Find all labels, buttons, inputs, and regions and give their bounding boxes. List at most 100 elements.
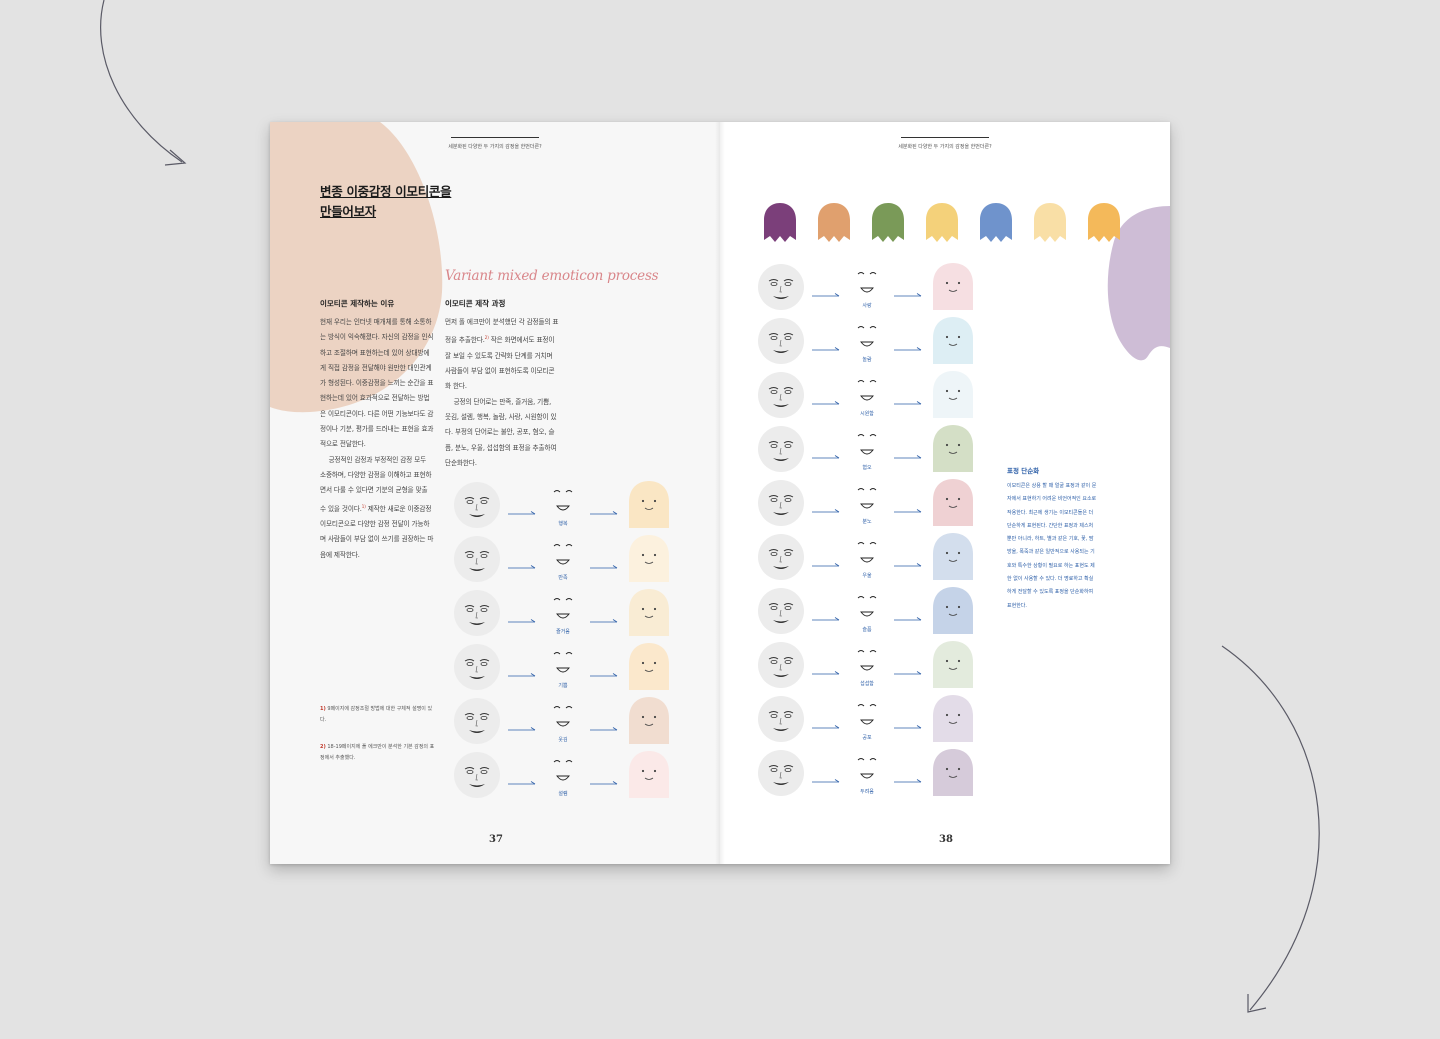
english-title: Variant mixed emoticon process [445, 268, 659, 284]
footnote-text-1: 9페이지에 감정조절 방법에 대한 구체적 설명이 있다. [320, 706, 433, 723]
palette-swatch [924, 202, 960, 244]
arrow-icon [812, 662, 840, 675]
ghost-emoticon [626, 534, 672, 582]
emotion-label: 즐거움 [556, 629, 570, 635]
emotion-row: 즐거움 [454, 589, 679, 638]
emoticon-sketch [852, 752, 882, 786]
human-face-sketch [758, 264, 804, 310]
arrow-icon [812, 770, 840, 783]
arrow-icon [894, 446, 922, 459]
arrow-icon [590, 610, 618, 623]
side-text: 이모티콘은 상용 할 때 얼굴 표정과 같이 문자에서 표현하기 어려운 비언어… [1007, 483, 1097, 609]
emoticon-sketch [852, 698, 882, 732]
emotion-label: 시원함 [860, 411, 874, 417]
palette-swatch [978, 202, 1014, 244]
emotion-label: 웃김 [558, 737, 568, 743]
ghost-emoticon [626, 480, 672, 528]
arrow-icon [508, 772, 536, 785]
arrow-icon [812, 500, 840, 513]
emotion-row: 두려움 [758, 748, 983, 798]
arrow-icon [894, 770, 922, 783]
human-face-sketch [454, 482, 500, 528]
emotion-row: 시원함 [758, 371, 983, 420]
emotion-label: 분노 [862, 519, 872, 525]
emotion-label: 섭섭함 [860, 681, 874, 687]
human-face-sketch [758, 696, 804, 742]
footnote-mark-1: 1) [320, 706, 326, 712]
emotion-row: 기쁨 [454, 642, 679, 692]
left-page: 세분화된 다양한 두 가지의 감정을 한번더른? 변종 이중감정 이모티콘을 만… [270, 122, 720, 864]
arrow-icon [508, 502, 536, 515]
title-line-2: 만들어보자 [320, 204, 377, 219]
arrow-icon [590, 718, 618, 731]
palette-swatch [1032, 202, 1068, 244]
page-title: 변종 이중감정 이모티콘을 만들어보자 [320, 182, 452, 222]
emoticon-sketch [852, 644, 882, 678]
human-face-sketch [758, 588, 804, 634]
page-number-right: 38 [939, 834, 953, 845]
emotion-row: 만족 [454, 534, 679, 584]
emotion-row: 우울 [758, 532, 983, 582]
arrow-icon [894, 392, 922, 405]
emotion-row: 사랑 [758, 262, 983, 312]
emotion-label: 두려움 [860, 789, 874, 795]
emotion-label: 슬픔 [862, 627, 872, 633]
emoticon-sketch [852, 320, 882, 354]
emoticon-sketch [852, 428, 882, 462]
arrow-icon [894, 554, 922, 567]
emotion-label: 행복 [558, 521, 568, 527]
emoticon-sketch [548, 484, 578, 518]
emotion-row: 설렘 [454, 751, 679, 800]
human-face-sketch [758, 318, 804, 364]
reason-para-2: 긍정적인 감정과 부정적인 감정 모두 소중하며, 다양한 감정을 이해하고 표… [320, 453, 434, 563]
ghost-emoticon [930, 262, 976, 310]
process-para-1: 먼저 폴 에크만이 분석했던 각 감정들의 표정을 추출한다.2) 작은 화면에… [445, 315, 559, 395]
ghost-emoticon [626, 642, 672, 690]
side-heading: 표정 단순화 [1007, 467, 1040, 475]
arrow-icon [590, 772, 618, 785]
emoticon-sketch [548, 592, 578, 626]
emotion-label: 놀람 [862, 357, 872, 363]
ghost-emoticon [930, 694, 976, 742]
process-para-2: 긍정의 단어로는 만족, 즐거움, 기쁨, 웃김, 설렘, 행복, 놀람, 사랑… [445, 397, 557, 467]
emotion-label: 혐오 [862, 465, 872, 471]
emotion-label: 사랑 [862, 303, 872, 309]
human-face-sketch [454, 644, 500, 690]
emoticon-sketch [852, 590, 882, 624]
reason-body: 현재 우리는 인터넷 매개체를 통해 소통하는 방식이 익숙해졌다. 자신의 감… [320, 315, 434, 563]
arrow-icon [894, 608, 922, 621]
reason-heading: 이모티콘 제작하는 이유 [320, 299, 395, 308]
emotion-row: 혐오 [758, 425, 983, 474]
running-head-right: 세분화된 다양한 두 가지의 감정을 한번더른? [860, 137, 1030, 151]
human-face-sketch [454, 590, 500, 636]
emoticon-sketch [548, 646, 578, 680]
emotion-row: 섭섭함 [758, 641, 983, 690]
emotion-label: 우울 [862, 573, 872, 579]
footnote-2: 2) 18-19페이지에 폴 에크만이 분석한 기본 감정의 표정에서 추출했다… [320, 742, 438, 764]
arrow-icon [508, 718, 536, 731]
emotion-row: 놀람 [758, 317, 983, 366]
running-head: 세분화된 다양한 두 가지의 감정을 한번더른? [410, 137, 580, 151]
arrow-icon [590, 664, 618, 677]
palette-swatch [762, 202, 798, 244]
human-face-sketch [454, 698, 500, 744]
arrow-icon [894, 284, 922, 297]
spine-shadow [715, 122, 725, 864]
ghost-emoticon [930, 748, 976, 796]
human-face-sketch [758, 534, 804, 580]
arrow-icon [508, 556, 536, 569]
human-face-sketch [758, 480, 804, 526]
ghost-emoticon [930, 532, 976, 580]
ghost-emoticon [930, 478, 976, 526]
emoticon-sketch [852, 536, 882, 570]
arrow-icon [508, 664, 536, 677]
arrow-icon [590, 502, 618, 515]
arrow-icon [812, 338, 840, 351]
footnote-1: 1) 9페이지에 감정조절 방법에 대한 구체적 설명이 있다. [320, 704, 438, 726]
emoticon-sketch [548, 700, 578, 734]
arrow-icon [894, 338, 922, 351]
emotion-label: 기쁨 [558, 683, 568, 689]
ghost-emoticon [626, 696, 672, 744]
human-face-sketch [758, 372, 804, 418]
human-face-sketch [758, 426, 804, 472]
